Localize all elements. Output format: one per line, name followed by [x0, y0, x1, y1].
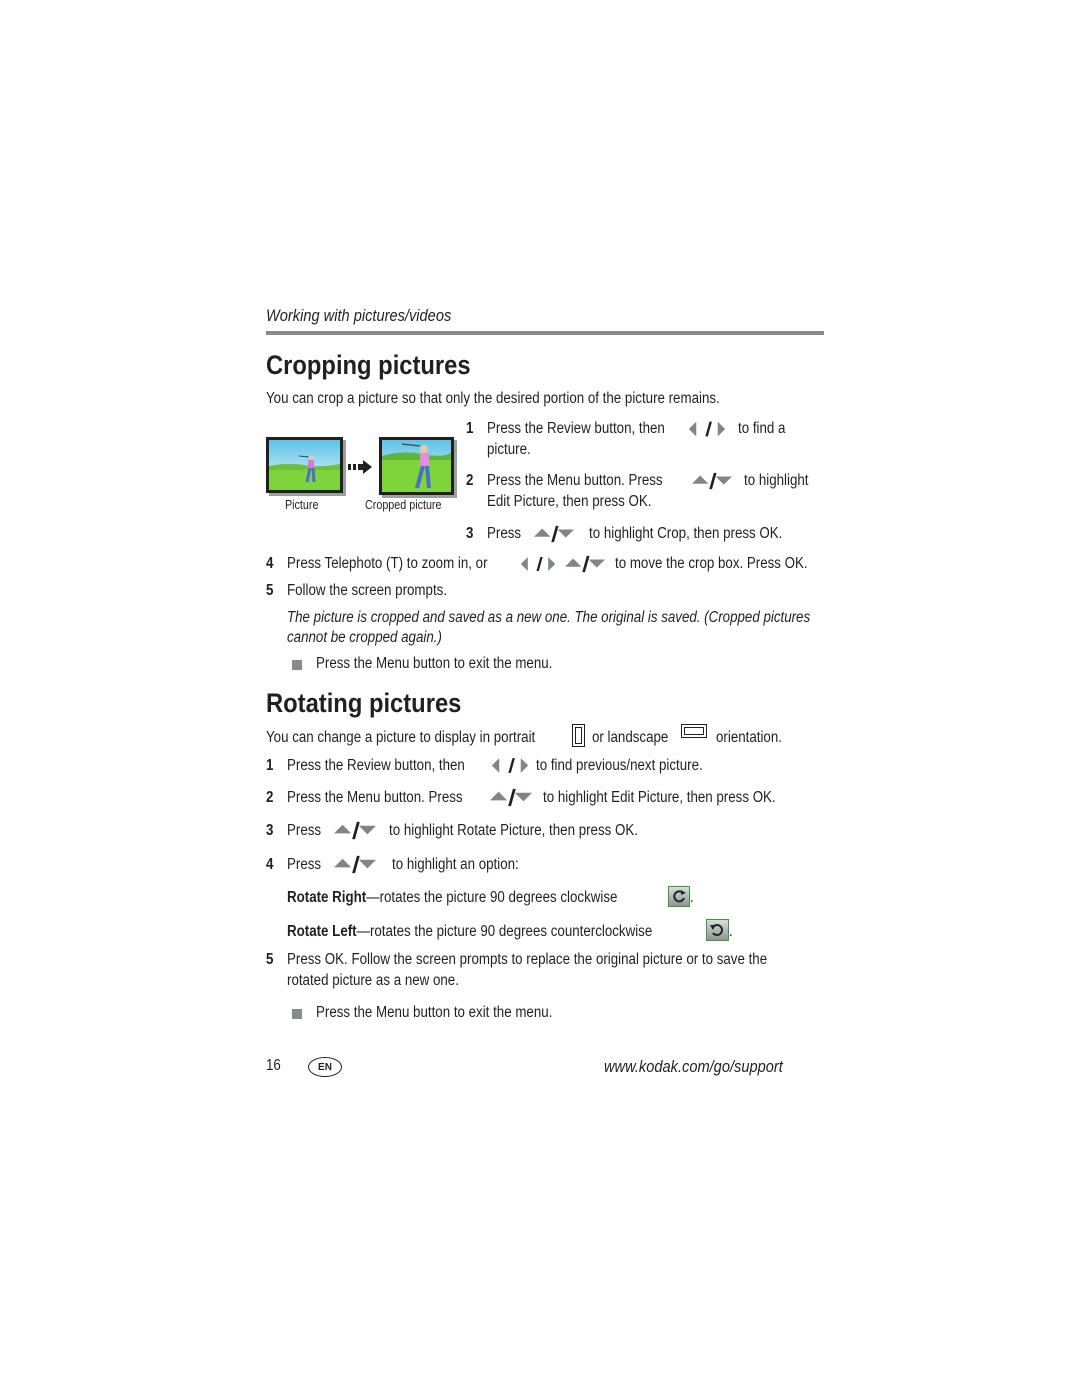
rotate-step-3-number: 3: [266, 822, 274, 839]
language-badge-text: EN: [318, 1061, 332, 1073]
bullet-icon: [292, 660, 302, 670]
rotate-bullet-text: Press the Menu button to exit the menu.: [316, 1004, 553, 1021]
rotate-step-1-number: 1: [266, 757, 274, 774]
picture-thumbnail: [266, 437, 343, 493]
page-number: 16: [266, 1057, 281, 1074]
up-down-arrows-icon: [532, 524, 576, 544]
header-rule: [266, 331, 824, 335]
rotate-left-desc: —rotates the picture 90 degrees counterc…: [356, 923, 653, 940]
rotate-right-option: Rotate Right—rotates the picture 90 degr…: [287, 889, 617, 907]
portrait-icon: [572, 724, 585, 747]
rotate-right-label: Rotate Right: [287, 889, 367, 906]
up-down-arrows-icon: [489, 787, 533, 808]
rotate-step-4-text-b: to highlight an option:: [392, 856, 519, 873]
crop-step-1-text: Press the Review button, then: [487, 420, 665, 437]
crop-step-3-text-b: to highlight Crop, then press OK.: [589, 525, 783, 542]
cropped-picture-caption: Cropped picture: [365, 498, 442, 512]
rotating-intro-c: orientation.: [716, 729, 782, 746]
rotate-left-label: Rotate Left: [287, 923, 357, 940]
golfer-image: [269, 440, 340, 490]
cropping-intro: You can crop a picture so that only the …: [266, 390, 720, 407]
bullet-icon: [292, 1009, 302, 1019]
crop-note-line-2: cannot be cropped again.): [287, 629, 442, 646]
crop-step-2-number: 2: [466, 472, 474, 489]
crop-step-3-number: 3: [466, 525, 474, 542]
rotate-step-2-text-b: to highlight Edit Picture, then press OK…: [543, 789, 776, 806]
rotate-step-3-text: Press: [287, 822, 322, 839]
rotate-step-2-text: Press the Menu button. Press: [287, 789, 463, 806]
rotate-step-5-number: 5: [266, 951, 274, 968]
up-down-arrows-icon: [690, 471, 734, 491]
crop-step-2-text-c: Edit Picture, then press OK.: [487, 493, 652, 510]
crop-step-1-text-c: picture.: [487, 441, 531, 458]
rotate-step-2-number: 2: [266, 789, 274, 806]
rotate-step-1-text: Press the Review button, then: [287, 757, 465, 774]
rotating-intro-b: or landscape: [592, 729, 669, 746]
crop-step-2-text-b: to highlight: [744, 472, 809, 489]
crop-step-1-number: 1: [466, 420, 474, 437]
rotating-intro-a: You can change a picture to display in p…: [266, 729, 536, 746]
language-badge: EN: [308, 1057, 342, 1077]
crop-step-4-text: Press Telephoto (T) to zoom in, or: [287, 555, 488, 572]
crop-step-4-text-b: to move the crop box. Press OK.: [615, 555, 808, 572]
rotate-step-5-text-b: rotated picture as a new one.: [287, 972, 459, 989]
rotate-step-4-number: 4: [266, 856, 274, 873]
crop-bullet-text: Press the Menu button to exit the menu.: [316, 655, 553, 672]
rotate-step-4-text: Press: [287, 856, 322, 873]
crop-step-3-text: Press: [487, 525, 522, 542]
crop-step-5-number: 5: [266, 582, 274, 599]
rotate-right-icon: [668, 886, 690, 907]
up-down-arrows-icon: [564, 554, 606, 574]
up-down-arrows-icon: [332, 820, 378, 841]
crop-step-1-text-b: to find a: [738, 420, 786, 437]
crop-step-5-text: Follow the screen prompts.: [287, 582, 448, 599]
left-right-arrows-icon: [520, 554, 556, 574]
rotate-left-end: .: [729, 923, 733, 940]
left-right-arrows-icon: [491, 755, 529, 776]
rotating-title: Rotating pictures: [266, 688, 462, 718]
rotate-left-icon: [706, 919, 729, 941]
support-url[interactable]: www.kodak.com/go/support: [604, 1057, 783, 1077]
landscape-icon: [681, 724, 707, 738]
crop-step-4-number: 4: [266, 555, 274, 572]
rotate-step-1-text-b: to find previous/next picture.: [536, 757, 703, 774]
cropped-picture-thumbnail: [379, 437, 454, 495]
rotate-left-option: Rotate Left—rotates the picture 90 degre…: [287, 923, 652, 941]
crop-note-line-1: The picture is cropped and saved as a ne…: [287, 609, 811, 626]
cropped-golfer-image: [382, 440, 451, 492]
rotate-right-end: .: [690, 889, 694, 906]
crop-step-2-text: Press the Menu button. Press: [487, 472, 663, 489]
rotate-step-5-text: Press OK. Follow the screen prompts to r…: [287, 951, 768, 968]
rotate-step-3-text-b: to highlight Rotate Picture, then press …: [389, 822, 638, 839]
up-down-arrows-icon: [332, 854, 378, 875]
rotate-right-desc: —rotates the picture 90 degrees clockwis…: [366, 889, 618, 906]
picture-caption: Picture: [285, 498, 319, 512]
arrow-right-icon: [348, 460, 372, 479]
cropping-title: Cropping pictures: [266, 350, 471, 380]
running-head: Working with pictures/videos: [266, 306, 452, 325]
left-right-arrows-icon: [688, 419, 726, 439]
